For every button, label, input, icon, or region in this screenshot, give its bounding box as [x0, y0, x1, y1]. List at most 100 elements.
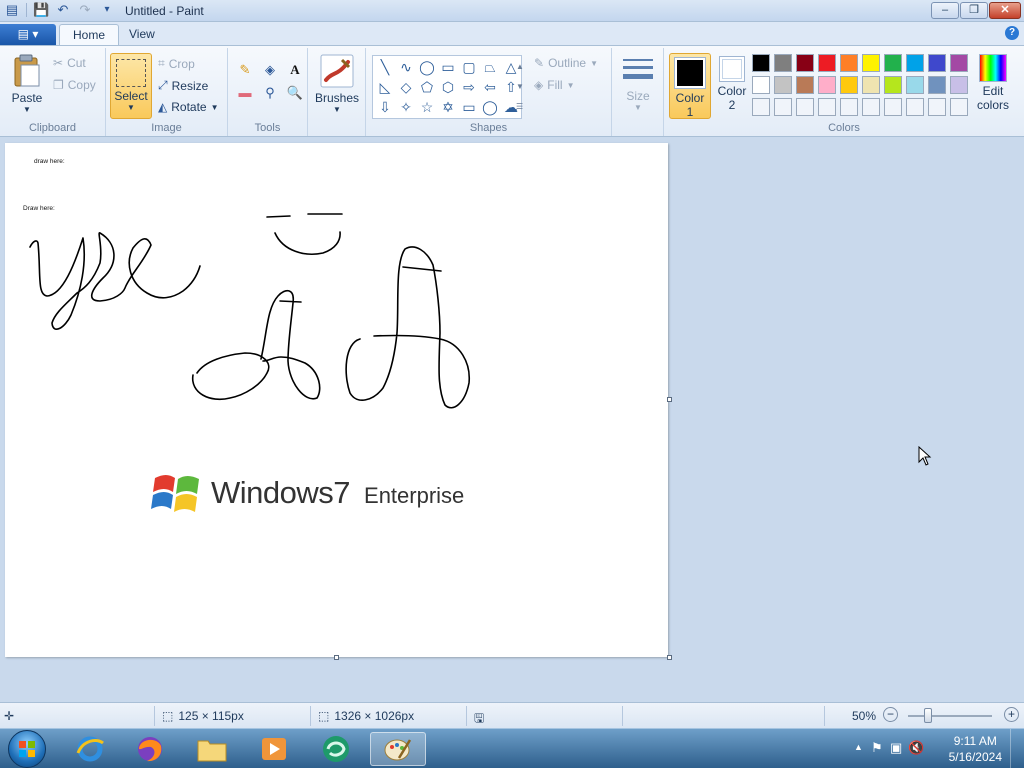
palette-swatch[interactable]: [928, 54, 946, 72]
right-arrow-shape-icon[interactable]: ⇨: [459, 78, 479, 97]
close-button[interactable]: ✕: [989, 2, 1021, 19]
oval-shape-icon[interactable]: ◯: [417, 58, 437, 77]
edit-colors-button[interactable]: Edit colors: [972, 54, 1014, 112]
save-icon[interactable]: 💾: [33, 2, 49, 18]
palette-swatch[interactable]: [928, 76, 946, 94]
palette-swatch[interactable]: [840, 54, 858, 72]
volume-muted-icon[interactable]: 🔇: [908, 740, 924, 756]
palette-swatch[interactable]: [884, 54, 902, 72]
image-size-label: 1326 × 1026px: [334, 709, 415, 723]
firefox-taskbar-button[interactable]: [122, 732, 178, 766]
tab-home[interactable]: Home: [59, 24, 120, 46]
down-arrow-shape-icon[interactable]: ⇩: [375, 98, 395, 117]
diamond-shape-icon[interactable]: ◇: [396, 78, 416, 97]
five-point-star-shape-icon[interactable]: ☆: [417, 98, 437, 117]
explorer-taskbar-button[interactable]: [184, 732, 240, 766]
eraser-icon[interactable]: ▬: [234, 83, 256, 103]
pentagon-shape-icon[interactable]: ⬠: [417, 78, 437, 97]
oval-callout-shape-icon[interactable]: ◯: [480, 98, 500, 117]
cut-button[interactable]: ✂ Cut: [53, 56, 86, 70]
palette-swatch[interactable]: [818, 76, 836, 94]
color-picker-icon[interactable]: ⚲: [259, 83, 281, 103]
zoom-in-button[interactable]: +: [1004, 707, 1019, 722]
resize-button[interactable]: ⤢ Resize: [158, 78, 208, 93]
canvas-resize-handle-corner[interactable]: [667, 655, 672, 660]
maximize-button[interactable]: ❐: [960, 2, 988, 19]
rectangle-shape-icon[interactable]: ▭: [438, 58, 458, 77]
rotate-button[interactable]: ◭ Rotate ▼: [158, 100, 219, 114]
brushes-button[interactable]: Brushes ▼: [314, 54, 360, 114]
palette-swatch[interactable]: [906, 54, 924, 72]
internet-explorer-taskbar-button[interactable]: [62, 732, 118, 766]
color1-fill: [677, 60, 703, 86]
size-button[interactable]: Size ▼: [618, 56, 658, 112]
paint-taskbar-button[interactable]: [370, 732, 426, 766]
copy-button[interactable]: ❐ Copy: [53, 78, 96, 92]
palette-swatch[interactable]: [752, 76, 770, 94]
action-center-flag-icon[interactable]: ⚑: [871, 740, 883, 756]
rounded-rectangle-shape-icon[interactable]: ▢: [459, 58, 479, 77]
media-player-taskbar-button[interactable]: [246, 732, 302, 766]
color1-button[interactable]: Color 1: [669, 53, 711, 119]
start-button[interactable]: [8, 730, 46, 768]
paint-menu-button[interactable]: ▤ ▾: [0, 24, 56, 45]
right-triangle-shape-icon[interactable]: ◺: [375, 78, 395, 97]
palette-swatch[interactable]: [906, 76, 924, 94]
palette-swatch[interactable]: [862, 54, 880, 72]
paste-button[interactable]: Paste ▼: [6, 54, 48, 114]
palette-swatch[interactable]: [796, 76, 814, 94]
palette-swatch[interactable]: [950, 76, 968, 94]
customize-qat-icon[interactable]: ▾: [99, 2, 115, 18]
network-icon[interactable]: ▣: [890, 740, 902, 756]
palette-swatch[interactable]: [796, 54, 814, 72]
palette-swatch[interactable]: [774, 76, 792, 94]
palette-swatch[interactable]: [840, 76, 858, 94]
select-button[interactable]: Select ▼: [110, 53, 152, 119]
outline-button[interactable]: ✎ Outline ▼: [534, 56, 598, 70]
redo-icon[interactable]: ↷: [77, 2, 93, 18]
canvas-resize-handle-bottom[interactable]: [334, 655, 339, 660]
color2-button[interactable]: Color 2: [714, 56, 750, 112]
colors-group-label: Colors: [828, 122, 860, 134]
shapes-group: ╲ ∿ ◯ ▭ ▢ ⏢ △ ◺ ◇ ⬠ ⬡ ⇨ ⇦ ⇧ ⇩ ✧ ☆ ✡ ▭ ◯: [366, 48, 612, 136]
drawing-canvas[interactable]: draw here: Draw here: Windows7 Enterpris…: [5, 143, 668, 657]
show-desktop-button[interactable]: [1010, 729, 1024, 768]
six-point-star-shape-icon[interactable]: ✡: [438, 98, 458, 117]
zoom-out-button[interactable]: −: [883, 707, 898, 722]
copy-icon: ❐: [53, 78, 64, 92]
text-icon[interactable]: A: [284, 60, 306, 80]
crop-button[interactable]: ⌗ Crop: [158, 56, 195, 71]
paint-app-icon[interactable]: ▤: [4, 2, 20, 18]
undo-icon[interactable]: ↶: [55, 2, 71, 18]
canvas-resize-handle-right[interactable]: [667, 397, 672, 402]
shapes-scroll-icon[interactable]: ▲ ▼ ☰: [516, 57, 524, 117]
left-arrow-shape-icon[interactable]: ⇦: [480, 78, 500, 97]
zoom-slider-track[interactable]: [908, 715, 992, 717]
palette-swatch[interactable]: [950, 54, 968, 72]
polygon-shape-icon[interactable]: ⏢: [480, 58, 500, 77]
fill-button[interactable]: ◈ Fill ▼: [534, 78, 574, 92]
curve-shape-icon[interactable]: ∿: [396, 58, 416, 77]
minimize-button[interactable]: –: [931, 2, 959, 19]
pencil-icon[interactable]: ✎: [234, 60, 256, 80]
palette-swatch[interactable]: [884, 76, 902, 94]
tab-view[interactable]: View: [116, 24, 168, 46]
help-icon[interactable]: ?: [1005, 26, 1019, 40]
paste-dropdown-icon[interactable]: ▼: [6, 105, 48, 114]
rounded-callout-shape-icon[interactable]: ▭: [459, 98, 479, 117]
four-point-star-shape-icon[interactable]: ✧: [396, 98, 416, 117]
palette-swatch[interactable]: [752, 54, 770, 72]
canvas-workspace[interactable]: draw here: Draw here: Windows7 Enterpris…: [0, 138, 1024, 702]
taskbar-clock[interactable]: 9:11 AM 5/16/2024: [949, 733, 1002, 765]
line-shape-icon[interactable]: ╲: [375, 58, 395, 77]
palette-swatch[interactable]: [774, 54, 792, 72]
app-taskbar-button[interactable]: [308, 732, 364, 766]
hexagon-shape-icon[interactable]: ⬡: [438, 78, 458, 97]
fill-bucket-icon[interactable]: ◈: [259, 60, 281, 80]
magnifier-icon[interactable]: 🔍: [284, 83, 306, 103]
handwriting-yes: [29, 232, 201, 330]
zoom-slider-thumb[interactable]: [924, 708, 932, 723]
palette-swatch[interactable]: [862, 76, 880, 94]
palette-swatch[interactable]: [818, 54, 836, 72]
show-hidden-icons-icon[interactable]: ▲: [854, 742, 863, 752]
